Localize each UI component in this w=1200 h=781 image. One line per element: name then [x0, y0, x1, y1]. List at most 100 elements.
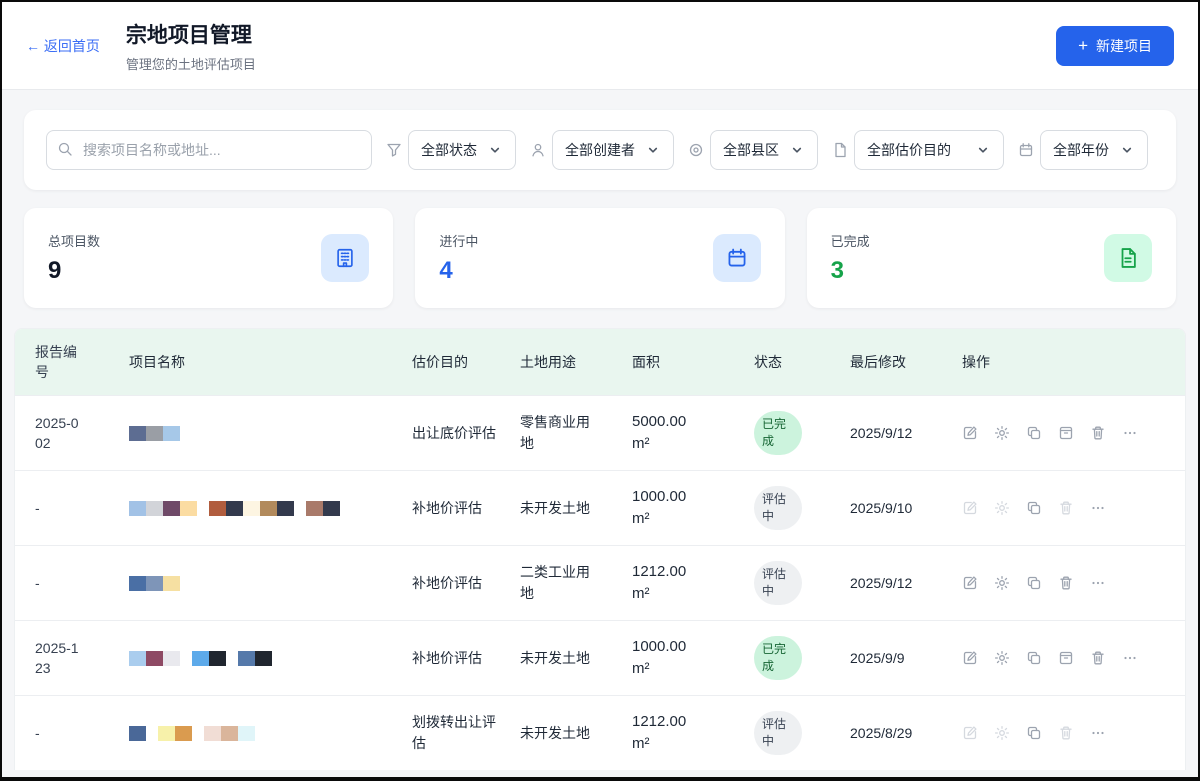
status-cell: 评估中 — [742, 547, 838, 620]
name-block — [277, 501, 294, 516]
county-filter-select[interactable]: 全部县区 — [710, 130, 818, 170]
projects-table: 报告编号 项目名称 估价目的 土地用途 面积 状态 最后修改 操作 2025-0… — [14, 328, 1186, 770]
area-cell: 1212.00m² — [620, 697, 742, 770]
col-header-report-no: 报告编号 — [15, 330, 117, 395]
name-block — [146, 426, 163, 441]
gear-icon[interactable] — [994, 425, 1010, 441]
ellipsis-icon[interactable] — [1122, 650, 1138, 666]
purpose-cell: 出让底价评估 — [400, 409, 508, 458]
land-use-cell: 二类工业用地 — [508, 548, 620, 618]
gear-icon[interactable] — [994, 575, 1010, 591]
chevron-down-icon — [1119, 142, 1135, 158]
name-block-gap — [192, 726, 204, 741]
name-block-gap — [226, 651, 238, 666]
screen: ← 返回首页 宗地项目管理 管理您的土地评估项目 + 新建项目 全部状态 全部创… — [0, 0, 1200, 781]
chevron-down-icon — [645, 142, 661, 158]
purpose-cell: 补地价评估 — [400, 559, 508, 608]
table-row: -补地价评估未开发土地1000.00m²评估中2025/9/10 — [15, 470, 1185, 545]
chevron-down-icon — [789, 142, 805, 158]
year-filter-select[interactable]: 全部年份 — [1040, 130, 1148, 170]
name-block — [163, 576, 180, 591]
stat-card-in-progress: 进行中 4 — [415, 208, 784, 308]
name-block — [238, 726, 255, 741]
name-block — [243, 501, 260, 516]
land-use-cell: 未开发土地 — [508, 709, 620, 758]
name-block — [129, 426, 146, 441]
stat-value: 4 — [439, 257, 478, 285]
edit-icon[interactable] — [962, 575, 978, 591]
status-badge: 评估中 — [754, 711, 802, 756]
gear-icon[interactable] — [994, 725, 1010, 741]
area-cell: 5000.00m² — [620, 397, 742, 470]
land-use-cell: 零售商业用地 — [508, 398, 620, 468]
status-cell: 已完成 — [742, 622, 838, 695]
name-block — [238, 651, 255, 666]
edit-icon[interactable] — [962, 500, 978, 516]
trash-icon[interactable] — [1058, 575, 1074, 591]
funnel-icon — [386, 142, 402, 158]
col-header-area: 面积 — [620, 340, 742, 384]
name-block-gap — [197, 501, 209, 516]
header-bar: ← 返回首页 宗地项目管理 管理您的土地评估项目 + 新建项目 — [2, 2, 1198, 90]
project-name-cell — [117, 412, 400, 455]
project-name-cell — [117, 487, 400, 530]
copy-icon[interactable] — [1026, 725, 1042, 741]
ellipsis-icon[interactable] — [1090, 575, 1106, 591]
chevron-down-icon — [975, 142, 991, 158]
creator-filter-select[interactable]: 全部创建者 — [552, 130, 674, 170]
back-home-link[interactable]: ← 返回首页 — [26, 36, 100, 56]
purpose-cell: 划拨转出让评估 — [400, 698, 508, 768]
edit-icon[interactable] — [962, 725, 978, 741]
copy-icon[interactable] — [1026, 425, 1042, 441]
trash-icon[interactable] — [1090, 650, 1106, 666]
new-project-label: 新建项目 — [1096, 36, 1152, 56]
archive-icon[interactable] — [1058, 650, 1074, 666]
actions-cell — [950, 561, 1185, 605]
creator-filter-label: 全部创建者 — [565, 140, 635, 160]
col-header-purpose: 估价目的 — [400, 340, 508, 384]
col-header-status: 状态 — [742, 340, 838, 384]
status-badge: 已完成 — [754, 636, 802, 681]
name-block — [129, 651, 146, 666]
last-modified-cell: 2025/8/29 — [838, 711, 950, 755]
trash-icon[interactable] — [1090, 425, 1106, 441]
name-block — [260, 501, 277, 516]
col-header-modified: 最后修改 — [838, 340, 950, 384]
land-use-cell: 未开发土地 — [508, 484, 620, 533]
status-filter-select[interactable]: 全部状态 — [408, 130, 516, 170]
gear-icon[interactable] — [994, 650, 1010, 666]
name-block-gap — [180, 651, 192, 666]
purpose-filter-select[interactable]: 全部估价目的 — [854, 130, 1004, 170]
trash-icon[interactable] — [1058, 725, 1074, 741]
table-row: -补地价评估二类工业用地1212.00m²评估中2025/9/12 — [15, 545, 1185, 620]
new-project-button[interactable]: + 新建项目 — [1056, 26, 1174, 66]
trash-icon[interactable] — [1058, 500, 1074, 516]
name-block — [163, 426, 180, 441]
search-input[interactable] — [46, 130, 372, 170]
document-icon — [1104, 234, 1152, 282]
name-block — [192, 651, 209, 666]
name-block — [146, 651, 163, 666]
edit-icon[interactable] — [962, 650, 978, 666]
actions-cell — [950, 486, 1185, 530]
copy-icon[interactable] — [1026, 500, 1042, 516]
ellipsis-icon[interactable] — [1090, 500, 1106, 516]
name-block — [226, 501, 243, 516]
gear-icon[interactable] — [994, 500, 1010, 516]
ellipsis-icon[interactable] — [1090, 725, 1106, 741]
ellipsis-icon[interactable] — [1122, 425, 1138, 441]
copy-icon[interactable] — [1026, 575, 1042, 591]
archive-icon[interactable] — [1058, 425, 1074, 441]
edit-icon[interactable] — [962, 425, 978, 441]
copy-icon[interactable] — [1026, 650, 1042, 666]
name-block — [146, 501, 163, 516]
county-filter-label: 全部县区 — [723, 140, 779, 160]
purpose-cell: 补地价评估 — [400, 484, 508, 533]
col-header-project-name: 项目名称 — [117, 340, 400, 384]
name-block-gap — [146, 726, 158, 741]
name-block — [129, 576, 146, 591]
report-no-cell: 2025-123 — [15, 624, 117, 693]
chevron-down-icon — [487, 142, 503, 158]
plus-icon: + — [1078, 36, 1088, 56]
project-name-cell — [117, 637, 400, 680]
